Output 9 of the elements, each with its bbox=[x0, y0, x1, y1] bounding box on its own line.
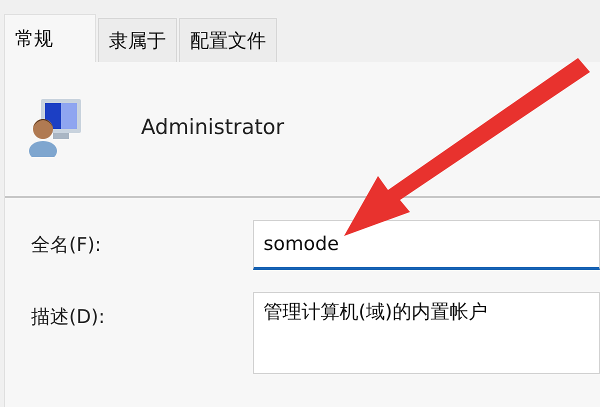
field-label: 描述(D): bbox=[30, 305, 106, 330]
tab[interactable]: 配置文件 bbox=[179, 18, 277, 62]
tab[interactable]: 常规 bbox=[4, 14, 96, 62]
full-name-field[interactable]: somode bbox=[252, 220, 600, 270]
field-label: 全名(F): bbox=[30, 233, 102, 258]
description-field[interactable]: 管理计算机(域)的内置帐户 bbox=[252, 292, 600, 374]
tab[interactable]: 隶属于 bbox=[98, 18, 177, 62]
user-computer-icon bbox=[27, 97, 83, 157]
user-name: Administrator bbox=[141, 115, 284, 139]
